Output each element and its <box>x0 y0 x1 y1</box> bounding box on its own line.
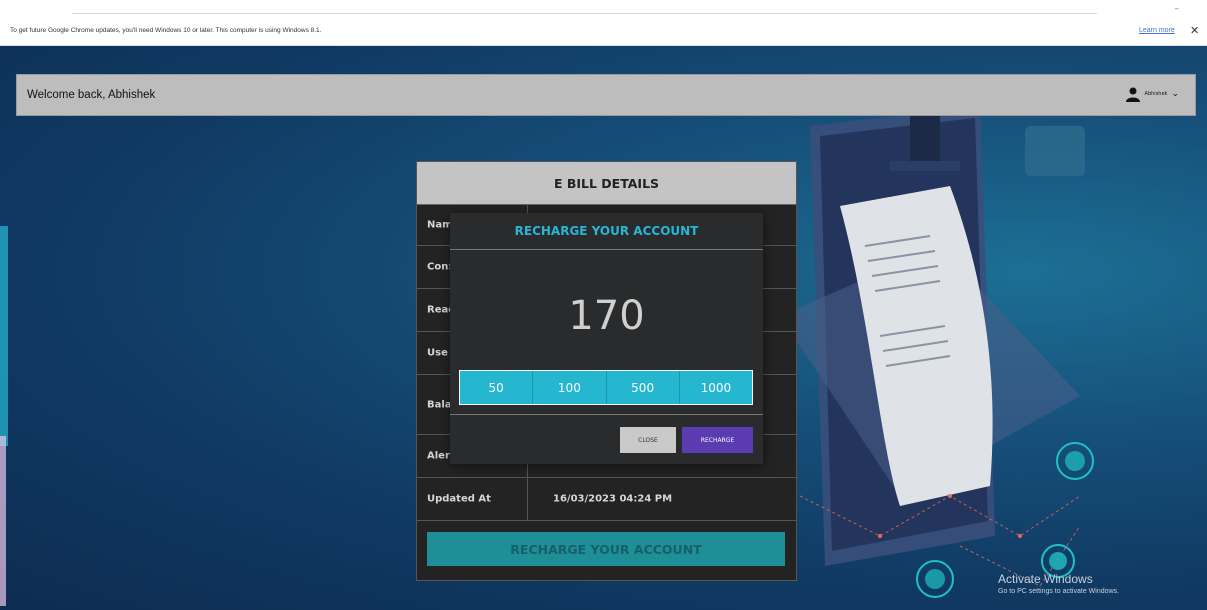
billing-illustration <box>780 74 1094 598</box>
recharge-account-button[interactable]: RECHARGE YOUR ACCOUNT <box>427 532 785 566</box>
row-label: Bala <box>427 399 452 410</box>
amount-options: 50 100 500 1000 <box>459 370 753 405</box>
page-background: Welcome back, Abhishek Abhishek ⌄ E BILL… <box>0 46 1207 610</box>
user-menu[interactable]: Abhishek ⌄ <box>1125 86 1179 102</box>
card-title: E BILL DETAILS <box>417 162 796 205</box>
welcome-text: Welcome back, Abhishek <box>27 89 156 101</box>
user-name: Abhishek <box>1144 91 1168 97</box>
amount-option-500[interactable]: 500 <box>607 371 680 404</box>
browser-top-strip: – <box>0 0 1207 18</box>
address-bar-edge <box>72 13 1097 14</box>
modal-title: RECHARGE YOUR ACCOUNT <box>450 213 763 250</box>
row-label: Use <box>427 347 448 359</box>
row-label: Updated At <box>427 493 491 505</box>
bill-row-updated-at: Updated At 16/03/2023 04:24 PM <box>417 478 796 521</box>
recharge-amount: 170 <box>568 293 645 339</box>
activate-windows-watermark: Activate Windows Go to PC settings to ac… <box>998 572 1119 595</box>
decorative-strip <box>0 436 6 606</box>
learn-more-link[interactable]: Learn more <box>1139 27 1175 34</box>
amount-option-100[interactable]: 100 <box>533 371 607 404</box>
amount-option-50[interactable]: 50 <box>460 371 534 404</box>
row-label: Nam <box>427 219 453 230</box>
watermark-subtitle: Go to PC settings to activate Windows. <box>998 588 1119 595</box>
user-icon <box>1125 87 1140 102</box>
row-divider <box>527 478 528 520</box>
close-icon[interactable]: ✕ <box>1190 24 1199 37</box>
decorative-strip <box>0 226 8 446</box>
welcome-header: Welcome back, Abhishek Abhishek ⌄ <box>16 74 1196 116</box>
row-label: Con: <box>427 261 453 273</box>
close-button[interactable]: CLOSE <box>620 427 676 453</box>
watermark-title: Activate Windows <box>998 572 1093 586</box>
chevron-down-icon: ⌄ <box>1171 89 1179 99</box>
row-label: Aler <box>427 450 450 462</box>
row-value: 16/03/2023 04:24 PM <box>553 493 673 505</box>
minimize-icon[interactable]: – <box>1175 4 1180 14</box>
recharge-button[interactable]: RECHARGE <box>682 427 753 453</box>
infobar-message: To get future Google Chrome updates, you… <box>10 27 322 34</box>
modal-divider <box>450 414 763 415</box>
recharge-modal: RECHARGE YOUR ACCOUNT 170 50 100 500 100… <box>450 213 763 464</box>
amount-option-1000[interactable]: 1000 <box>680 371 752 404</box>
chrome-update-infobar: To get future Google Chrome updates, you… <box>0 18 1207 46</box>
